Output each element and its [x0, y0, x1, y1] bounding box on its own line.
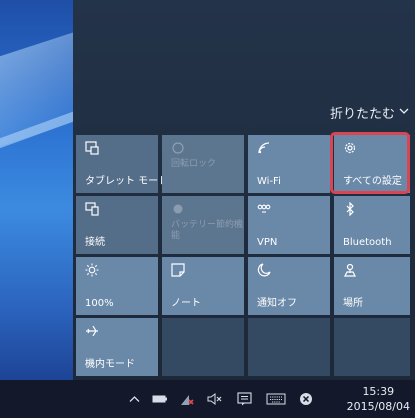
battery-icon[interactable]: [148, 380, 172, 418]
vpn-icon: [257, 202, 271, 216]
tile-label: すべての設定: [343, 176, 402, 187]
keyboard-icon[interactable]: [261, 380, 291, 418]
collapse-label: 折りたたむ: [329, 107, 395, 122]
desktop-wallpaper: [0, 0, 73, 380]
tile-location[interactable]: 場所: [334, 257, 410, 315]
clock-time: 15:39: [362, 385, 395, 398]
collapse-button[interactable]: 折りたたむ: [330, 103, 409, 122]
tile-label: Bluetooth: [343, 237, 392, 248]
tile-bluetooth[interactable]: Bluetooth: [334, 196, 410, 254]
taskbar-clock[interactable]: 15:39 2015/08/04: [347, 384, 410, 414]
tile-label: 通知オフ: [257, 298, 297, 309]
brightness-icon: [85, 263, 99, 277]
tile-label: タブレット モード: [85, 176, 169, 187]
tile-connect[interactable]: 接続: [76, 196, 158, 254]
tile-label: 100%: [85, 298, 114, 309]
rotation-lock-icon: [171, 141, 185, 155]
tile-vpn[interactable]: VPN: [248, 196, 330, 254]
airplane-icon: [85, 324, 99, 338]
chevron-up-icon[interactable]: [124, 380, 144, 418]
tile-label: 接続: [85, 237, 105, 248]
tile-empty-slot: [162, 318, 244, 376]
tile-quiet-hours[interactable]: 通知オフ: [248, 257, 330, 315]
close-icon[interactable]: [294, 380, 318, 418]
tile-label: バッテリー節約機能: [171, 220, 244, 241]
tile-empty-slot: [248, 318, 330, 376]
note-icon: [171, 263, 185, 277]
tablet-mode-icon: [85, 141, 99, 155]
tile-note[interactable]: ノート: [162, 257, 244, 315]
clock-date: 2015/08/04: [346, 400, 410, 413]
tile-all-settings[interactable]: すべての設定: [334, 135, 410, 193]
chevron-down-icon: [399, 105, 409, 120]
tile-label: VPN: [257, 237, 278, 248]
tile-brightness[interactable]: 100%: [76, 257, 158, 315]
bluetooth-icon: [343, 202, 357, 216]
tile-empty-slot: [334, 318, 410, 376]
battery-saver-icon: [171, 202, 185, 216]
connect-icon: [85, 202, 99, 216]
taskbar: 15:39 2015/08/04: [0, 380, 415, 418]
volume-mute-icon[interactable]: [203, 380, 227, 418]
tile-label: Wi-Fi: [257, 176, 281, 187]
tile-label: ノート: [171, 298, 201, 309]
tile-battery-saver: バッテリー節約機能: [162, 196, 244, 254]
tile-wifi[interactable]: Wi-Fi: [248, 135, 330, 193]
network-icon[interactable]: [175, 380, 199, 418]
tile-tablet-mode[interactable]: タブレット モード: [76, 135, 168, 193]
tile-airplane-mode[interactable]: 機内モード: [76, 318, 158, 376]
gear-icon: [343, 141, 357, 155]
tile-label: 機内モード: [85, 359, 135, 370]
tile-rotation-lock: 回転ロック: [162, 135, 244, 193]
wifi-icon: [257, 141, 271, 155]
location-icon: [343, 263, 357, 277]
action-center-icon[interactable]: [231, 380, 257, 418]
quiet-hours-icon: [257, 263, 271, 277]
tile-label: 回転ロック: [171, 159, 217, 169]
tile-label: 場所: [343, 298, 363, 309]
